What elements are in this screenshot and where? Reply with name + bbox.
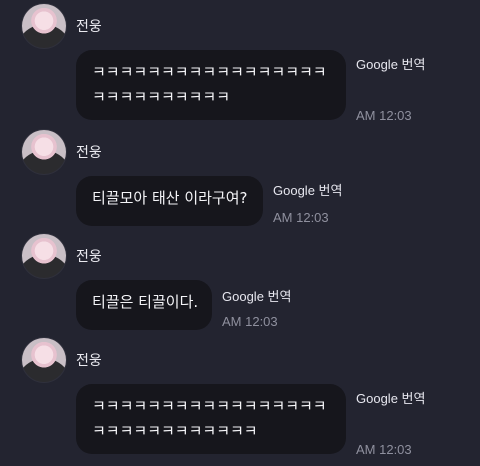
chat-message: 전웅 티끌은 티끌이다. Google 번역 AM 12:03 [0,234,480,334]
message-text: 티끌모아 태산 이라구여? [92,189,248,207]
message-text: ㅋㅋㅋㅋㅋㅋㅋㅋㅋㅋㅋㅋㅋㅋㅋㅋㅋ [92,397,327,415]
google-translate-link[interactable]: Google 번역 [222,286,291,305]
message-bubble[interactable]: 티끌은 티끌이다. [76,280,212,330]
google-translate-link[interactable]: Google 번역 [356,54,425,73]
message-timestamp: AM 12:03 [273,210,329,225]
message-text: ㅋㅋㅋㅋㅋㅋㅋㅋㅋㅋ [92,88,231,106]
sender-name: 전웅 [76,19,102,35]
message-bubble[interactable]: ㅋㅋㅋㅋㅋㅋㅋㅋㅋㅋㅋㅋㅋㅋㅋㅋㅋ ㅋㅋㅋㅋㅋㅋㅋㅋㅋㅋㅋㅋ [76,384,346,454]
chat-message: 전웅 ㅋㅋㅋㅋㅋㅋㅋㅋㅋㅋㅋㅋㅋㅋㅋㅋㅋ ㅋㅋㅋㅋㅋㅋㅋㅋㅋㅋㅋㅋ Google… [0,338,480,466]
google-translate-link[interactable]: Google 번역 [356,388,425,407]
sender-name: 전웅 [76,145,102,161]
avatar[interactable] [22,130,66,174]
google-translate-link[interactable]: Google 번역 [273,180,342,199]
message-text: ㅋㅋㅋㅋㅋㅋㅋㅋㅋㅋㅋㅋ [92,422,258,440]
message-text: ㅋㅋㅋㅋㅋㅋㅋㅋㅋㅋㅋㅋㅋㅋㅋㅋㅋ [92,63,327,81]
message-timestamp: AM 12:03 [356,442,412,457]
chat-message: 전웅 티끌모아 태산 이라구여? Google 번역 AM 12:03 [0,130,480,230]
message-timestamp: AM 12:03 [222,314,278,329]
avatar[interactable] [22,234,66,278]
message-timestamp: AM 12:03 [356,108,412,123]
avatar[interactable] [22,338,66,382]
sender-name: 전웅 [76,249,102,265]
sender-name: 전웅 [76,353,102,369]
avatar[interactable] [22,4,66,48]
message-bubble[interactable]: 티끌모아 태산 이라구여? [76,176,263,226]
message-text: 티끌은 티끌이다. [92,293,199,311]
message-bubble[interactable]: ㅋㅋㅋㅋㅋㅋㅋㅋㅋㅋㅋㅋㅋㅋㅋㅋㅋ ㅋㅋㅋㅋㅋㅋㅋㅋㅋㅋ [76,50,346,120]
chat-message: 전웅 ㅋㅋㅋㅋㅋㅋㅋㅋㅋㅋㅋㅋㅋㅋㅋㅋㅋ ㅋㅋㅋㅋㅋㅋㅋㅋㅋㅋ Google 번… [0,4,480,126]
